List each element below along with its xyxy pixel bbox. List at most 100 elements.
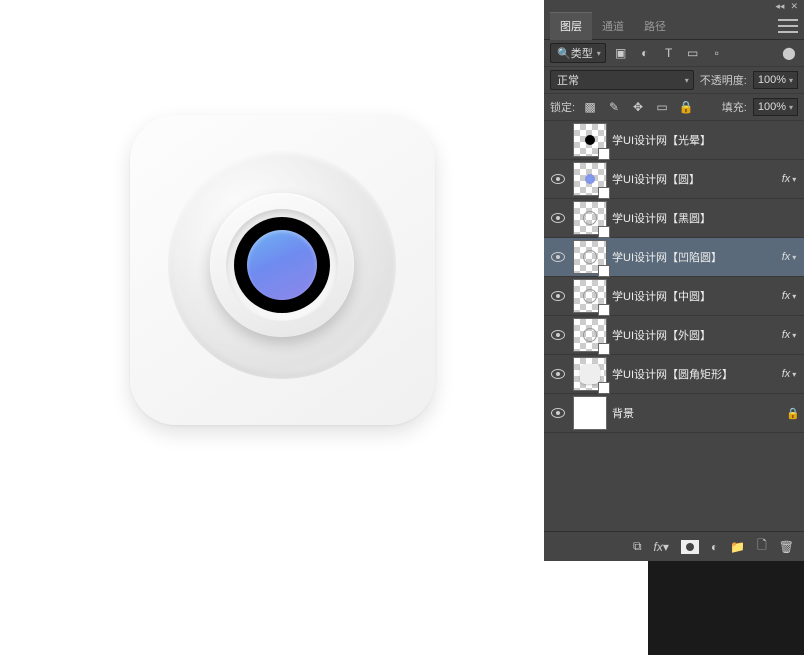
filter-adjust-icon[interactable]: ◐ <box>636 44 654 62</box>
layer-name[interactable]: 背景 <box>612 405 782 421</box>
layer-row[interactable]: 学UI设计网【光晕】 <box>544 121 804 160</box>
vector-mask-thumb <box>598 148 610 160</box>
new-layer-icon[interactable]: 🗋 <box>757 536 767 557</box>
visibility-toggle[interactable] <box>548 174 568 184</box>
layer-fx-indicator[interactable]: fx▾ <box>774 368 804 380</box>
link-layers-icon[interactable]: ⧉ <box>633 539 642 554</box>
chevron-down-icon: ▾ <box>789 103 793 112</box>
collapse-icon[interactable]: ◂◂ <box>775 1 784 12</box>
lock-all-icon[interactable]: 🔒 <box>677 98 695 116</box>
layer-name[interactable]: 学UI设计网【圆角矩形】 <box>612 366 774 382</box>
eye-icon <box>551 291 565 301</box>
fx-label: fx <box>654 540 663 554</box>
layer-name[interactable]: 学UI设计网【中圆】 <box>612 288 774 304</box>
tab-channels[interactable]: 通道 <box>592 12 634 40</box>
layer-name[interactable]: 学UI设计网【凹陷圆】 <box>612 249 774 265</box>
layer-row[interactable]: 学UI设计网【黑圆】 <box>544 199 804 238</box>
fill-label: 填充: <box>722 99 747 115</box>
filter-smart-icon[interactable]: ▫ <box>708 44 726 62</box>
vector-mask-thumb <box>598 187 610 199</box>
canvas-area <box>0 0 544 655</box>
layer-thumbnail[interactable] <box>574 241 606 273</box>
visibility-toggle[interactable] <box>548 408 568 418</box>
layer-thumbnail[interactable] <box>574 163 606 195</box>
lock-pixels-icon[interactable]: ▩ <box>581 98 599 116</box>
visibility-toggle[interactable] <box>548 330 568 340</box>
layer-row[interactable]: 学UI设计网【凹陷圆】fx▾ <box>544 238 804 277</box>
visibility-toggle[interactable] <box>548 213 568 223</box>
layer-row[interactable]: 背景🔒 <box>544 394 804 433</box>
layer-name[interactable]: 学UI设计网【圆】 <box>612 171 774 187</box>
layer-name[interactable]: 学UI设计网【黑圆】 <box>612 210 804 226</box>
eye-icon <box>551 330 565 340</box>
new-group-icon[interactable]: 📁 <box>730 540 745 554</box>
lock-artboard-icon[interactable]: ▭ <box>653 98 671 116</box>
layer-fx-indicator[interactable]: fx▾ <box>774 290 804 302</box>
vector-mask-thumb <box>598 265 610 277</box>
fx-menu-icon[interactable]: fx▾ <box>654 540 669 554</box>
filter-row: 🔍 类型 ▾ ▣ ◐ T ▭ ▫ ⬤ <box>544 40 804 67</box>
delete-layer-icon[interactable]: 🗑 <box>779 540 794 554</box>
vector-mask-thumb <box>598 382 610 394</box>
layer-thumbnail[interactable] <box>574 124 606 156</box>
visibility-toggle[interactable] <box>548 369 568 379</box>
tab-layers[interactable]: 图层 <box>550 12 592 40</box>
blend-row: 正常 ▾ 不透明度: 100% ▾ <box>544 67 804 94</box>
layer-row[interactable]: 学UI设计网【圆角矩形】fx▾ <box>544 355 804 394</box>
lock-icon: 🔒 <box>782 407 804 420</box>
filter-image-icon[interactable]: ▣ <box>612 44 630 62</box>
fill-input[interactable]: 100% ▾ <box>753 98 798 116</box>
filter-kind-label: 类型 <box>571 45 593 61</box>
vector-mask-thumb <box>598 304 610 316</box>
layer-thumbnail[interactable] <box>574 280 606 312</box>
background-strip <box>648 561 804 655</box>
chevron-down-icon: ▾ <box>789 76 793 85</box>
layer-fx-indicator[interactable]: fx▾ <box>774 173 804 185</box>
visibility-toggle[interactable] <box>548 291 568 301</box>
tab-paths[interactable]: 路径 <box>634 12 676 40</box>
eye-icon <box>551 252 565 262</box>
eye-icon <box>551 408 565 418</box>
layer-row[interactable]: 学UI设计网【中圆】fx▾ <box>544 277 804 316</box>
layer-thumbnail[interactable] <box>574 358 606 390</box>
blend-mode-select[interactable]: 正常 ▾ <box>550 70 694 90</box>
filter-shape-icon[interactable]: ▭ <box>684 44 702 62</box>
filter-toggle-icon[interactable]: ⬤ <box>780 44 798 62</box>
chevron-down-icon: ▾ <box>597 49 601 58</box>
panel-menu-icon[interactable] <box>778 19 798 33</box>
layer-fx-indicator[interactable]: fx▾ <box>774 251 804 263</box>
icon-stage <box>130 115 440 435</box>
blend-mode-value: 正常 <box>557 72 579 88</box>
filter-kind-select[interactable]: 🔍 类型 ▾ <box>550 43 606 63</box>
lock-row: 锁定: ▩ ✎ ✥ ▭ 🔒 填充: 100% ▾ <box>544 94 804 121</box>
layer-thumbnail[interactable] <box>574 202 606 234</box>
eye-icon <box>551 369 565 379</box>
vector-mask-thumb <box>598 343 610 355</box>
visibility-toggle[interactable] <box>548 252 568 262</box>
layer-row[interactable]: 学UI设计网【外圆】fx▾ <box>544 316 804 355</box>
adjustment-layer-icon[interactable]: ◐ <box>711 540 718 554</box>
opacity-input[interactable]: 100% ▾ <box>753 71 798 89</box>
eye-icon <box>551 174 565 184</box>
layer-name[interactable]: 学UI设计网【外圆】 <box>612 327 774 343</box>
layer-thumbnail[interactable] <box>574 319 606 351</box>
layer-name[interactable]: 学UI设计网【光晕】 <box>612 132 804 148</box>
close-icon[interactable]: ✕ <box>790 1 798 12</box>
blue-lens-shape <box>247 230 317 300</box>
fill-value: 100% <box>758 101 786 113</box>
search-icon: 🔍 <box>557 47 571 60</box>
vector-mask-thumb <box>598 226 610 238</box>
layer-fx-indicator[interactable]: fx▾ <box>774 329 804 341</box>
filter-type-icon[interactable]: T <box>660 44 678 62</box>
layer-row[interactable]: 学UI设计网【圆】fx▾ <box>544 160 804 199</box>
lock-label: 锁定: <box>550 99 575 115</box>
add-mask-icon[interactable] <box>681 540 699 554</box>
eye-icon <box>551 213 565 223</box>
layer-thumbnail[interactable] <box>574 397 606 429</box>
panel-tabs: 图层 通道 路径 <box>544 12 804 40</box>
chevron-down-icon: ▾ <box>685 76 689 85</box>
layers-panel: ◂◂ ✕ 图层 通道 路径 🔍 类型 ▾ ▣ ◐ T ▭ ▫ ⬤ 正常 ▾ 不透… <box>544 0 804 561</box>
lock-brush-icon[interactable]: ✎ <box>605 98 623 116</box>
lock-position-icon[interactable]: ✥ <box>629 98 647 116</box>
opacity-value: 100% <box>758 74 786 86</box>
